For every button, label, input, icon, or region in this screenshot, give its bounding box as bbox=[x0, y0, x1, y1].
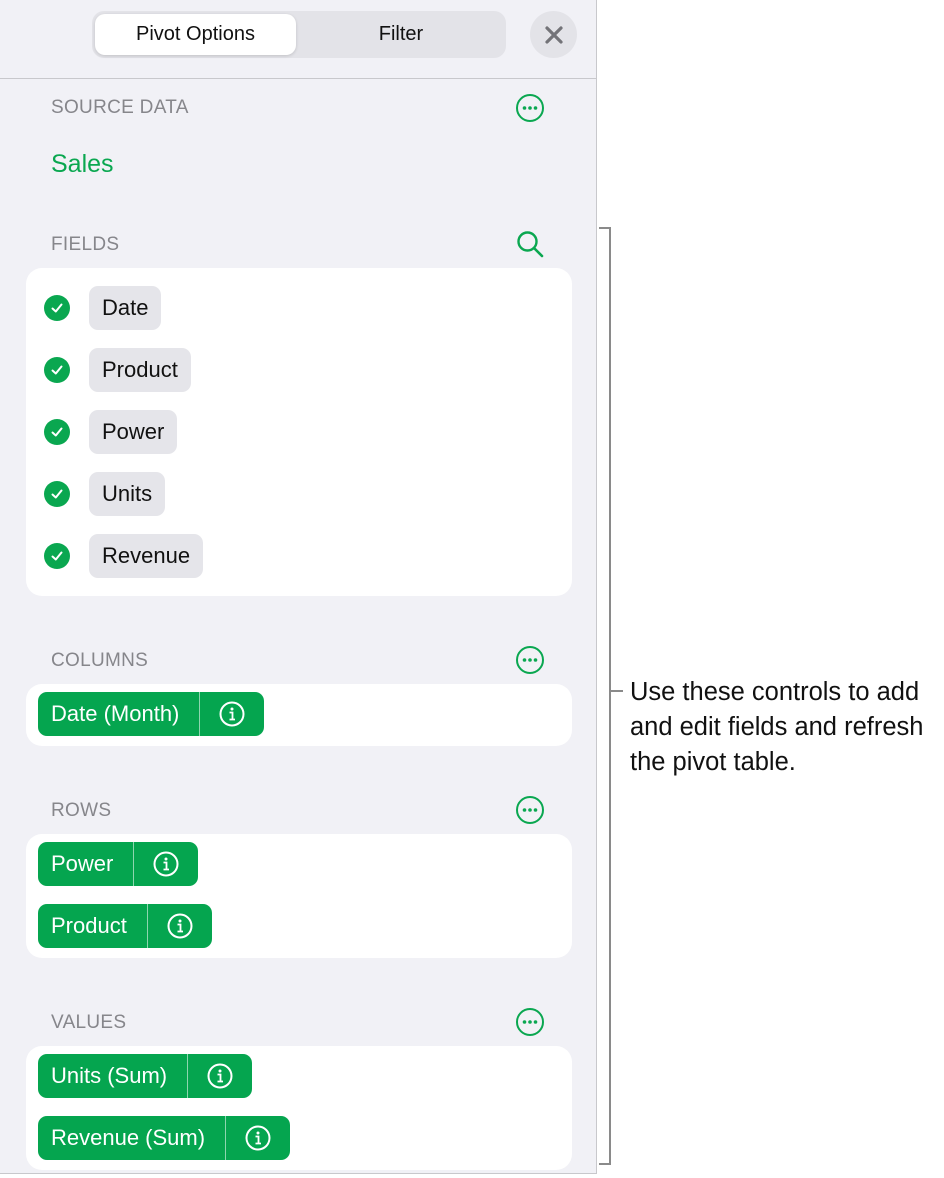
info-icon bbox=[245, 1125, 271, 1151]
source-data-value[interactable]: Sales bbox=[51, 150, 114, 179]
checkmark-icon bbox=[51, 365, 63, 375]
field-item: Date bbox=[44, 286, 162, 330]
callout-bracket bbox=[599, 227, 611, 1165]
callout-leader-line bbox=[611, 690, 623, 692]
ellipsis-circle-icon bbox=[516, 646, 544, 674]
fields-label: FIELDS bbox=[51, 234, 120, 255]
values-label: VALUES bbox=[51, 1012, 127, 1033]
field-item: Units bbox=[44, 472, 166, 516]
info-icon bbox=[153, 851, 179, 877]
tab-filter[interactable]: Filter bbox=[298, 14, 504, 55]
checkmark-icon bbox=[51, 427, 63, 437]
row-field-pill: Product bbox=[38, 904, 212, 948]
columns-label: COLUMNS bbox=[51, 650, 149, 671]
row-field-pill: Power bbox=[38, 842, 199, 886]
field-checkbox[interactable] bbox=[44, 419, 70, 445]
source-data-more-button[interactable] bbox=[514, 92, 546, 124]
rows-more-button[interactable] bbox=[514, 794, 546, 826]
info-icon bbox=[207, 1063, 233, 1089]
fields-list: Date Product Power Units Revenue bbox=[26, 268, 572, 596]
values-more-button[interactable] bbox=[514, 1006, 546, 1038]
field-checkbox[interactable] bbox=[44, 357, 70, 383]
info-icon bbox=[167, 913, 193, 939]
ellipsis-circle-icon bbox=[516, 796, 544, 824]
pill-label[interactable]: Revenue (Sum) bbox=[38, 1116, 227, 1160]
field-checkbox[interactable] bbox=[44, 295, 70, 321]
rows-list: Power Product bbox=[26, 834, 572, 958]
pill-label[interactable]: Power bbox=[38, 842, 135, 886]
ellipsis-circle-icon bbox=[516, 94, 544, 122]
pill-info-button[interactable] bbox=[188, 1054, 252, 1098]
checkmark-icon bbox=[51, 489, 63, 499]
close-button[interactable] bbox=[530, 11, 577, 58]
ellipsis-circle-icon bbox=[516, 1008, 544, 1036]
tab-pivot-options[interactable]: Pivot Options bbox=[95, 14, 296, 55]
rows-label: ROWS bbox=[51, 800, 112, 821]
value-field-pill: Units (Sum) bbox=[38, 1054, 253, 1098]
pill-info-button[interactable] bbox=[134, 842, 198, 886]
segmented-control: Pivot Options Filter bbox=[92, 11, 506, 58]
close-icon bbox=[544, 25, 563, 44]
field-checkbox[interactable] bbox=[44, 481, 70, 507]
fields-search-button[interactable] bbox=[514, 228, 546, 260]
field-checkbox[interactable] bbox=[44, 543, 70, 569]
columns-more-button[interactable] bbox=[514, 644, 546, 676]
columns-list: Date (Month) bbox=[26, 684, 572, 746]
column-field-pill: Date (Month) bbox=[38, 692, 265, 736]
values-list: Units (Sum) Revenue (Sum) bbox=[26, 1046, 572, 1170]
checkmark-icon bbox=[51, 303, 63, 313]
search-icon bbox=[517, 231, 544, 258]
field-chip[interactable]: Units bbox=[89, 472, 166, 516]
pill-label[interactable]: Product bbox=[38, 904, 148, 948]
pill-info-button[interactable] bbox=[226, 1116, 290, 1160]
field-chip[interactable]: Product bbox=[89, 348, 191, 392]
pivot-options-panel: Pivot Options Filter SOURCE DATA Sales F… bbox=[0, 0, 597, 1174]
source-data-label: SOURCE DATA bbox=[51, 97, 189, 118]
field-chip[interactable]: Revenue bbox=[89, 534, 204, 578]
pill-info-button[interactable] bbox=[200, 692, 264, 736]
field-chip[interactable]: Date bbox=[89, 286, 162, 330]
callout-text: Use these controls to add and edit field… bbox=[630, 678, 924, 776]
pill-label[interactable]: Date (Month) bbox=[38, 692, 201, 736]
value-field-pill: Revenue (Sum) bbox=[38, 1116, 291, 1160]
panel-header: Pivot Options Filter bbox=[0, 0, 596, 79]
pill-info-button[interactable] bbox=[148, 904, 212, 948]
field-chip[interactable]: Power bbox=[89, 410, 178, 454]
field-item: Revenue bbox=[44, 534, 204, 578]
field-item: Power bbox=[44, 410, 178, 454]
pill-label[interactable]: Units (Sum) bbox=[38, 1054, 189, 1098]
field-item: Product bbox=[44, 348, 191, 392]
checkmark-icon bbox=[51, 551, 63, 561]
info-icon bbox=[219, 701, 245, 727]
